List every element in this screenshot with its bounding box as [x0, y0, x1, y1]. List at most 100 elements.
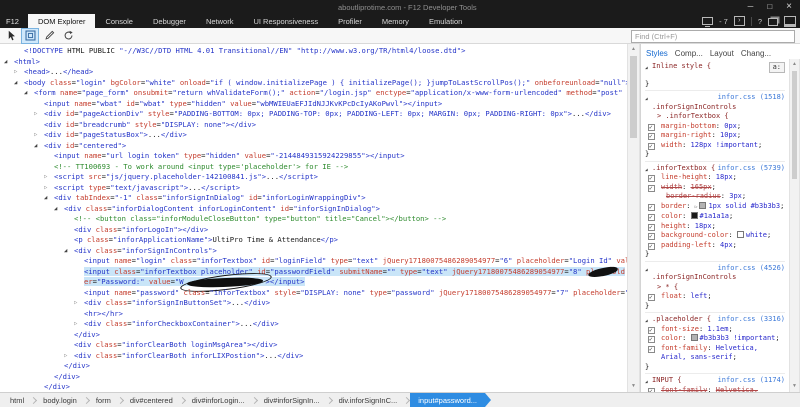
- collapse-arrow-icon[interactable]: ◢: [34, 141, 37, 152]
- css-selector[interactable]: .placeholder {: [652, 315, 711, 323]
- css-selector[interactable]: Inline style {: [652, 62, 711, 70]
- maximize-button[interactable]: [767, 1, 772, 13]
- property-name[interactable]: margin-right: [661, 131, 712, 139]
- dom-tree-line[interactable]: <div class="inforLogoIn"></div>: [0, 225, 627, 236]
- property-value[interactable]: 18px: [695, 222, 712, 230]
- dom-tree-line[interactable]: <!-- <button class="inforModuleCloseButt…: [0, 214, 627, 225]
- scroll-down-icon[interactable]: [628, 381, 639, 392]
- css-selector[interactable]: .inforSignInControls: [652, 273, 736, 281]
- property-value[interactable]: 10px: [720, 131, 737, 139]
- property-checkbox[interactable]: [648, 335, 655, 345]
- styles-scrollbar[interactable]: [789, 59, 800, 392]
- property-name[interactable]: border-radius: [666, 192, 721, 200]
- property-name[interactable]: background-color: [661, 231, 728, 239]
- property-checkbox[interactable]: [648, 232, 655, 242]
- property-checkbox[interactable]: [648, 326, 655, 335]
- property-name[interactable]: color: [661, 212, 682, 220]
- expand-arrow-icon[interactable]: ▷: [14, 67, 17, 78]
- collapse-arrow-icon[interactable]: ◢: [24, 88, 27, 99]
- property-checkbox[interactable]: [648, 123, 655, 132]
- expand-arrow-icon[interactable]: ▷: [74, 319, 77, 330]
- property-checkbox[interactable]: [648, 345, 655, 354]
- property-value[interactable]: left: [691, 292, 708, 300]
- select-element-button[interactable]: [3, 29, 19, 43]
- close-button[interactable]: [786, 1, 792, 13]
- dom-tree-line[interactable]: <input name="url login token" type="hidd…: [0, 151, 627, 162]
- property-value[interactable]: #1a1a1a: [700, 212, 730, 220]
- dom-tree-line[interactable]: ◢ <div class="inforDialogContent inforLog…: [0, 204, 627, 215]
- styles-tab-styles[interactable]: Styles: [646, 49, 668, 58]
- pseudo-state-button[interactable]: a:: [768, 62, 785, 73]
- dom-tree-line[interactable]: ◢ <div class="inforSignInControls">: [0, 246, 627, 257]
- expand-arrow-icon[interactable]: ▷: [44, 172, 47, 183]
- css-property-row[interactable]: border: ▷ 1px solid #b3b3b3;: [645, 201, 785, 212]
- css-property-row[interactable]: width: 165px;: [645, 183, 785, 193]
- css-selector[interactable]: .inforTextbox {: [652, 164, 715, 172]
- css-property-row[interactable]: background-color: white;: [645, 231, 785, 242]
- property-checkbox[interactable]: [648, 132, 655, 142]
- collapse-arrow-icon[interactable]: ◢: [64, 246, 67, 257]
- dom-tree-line[interactable]: ▷ <script type="text/javascript">...</scr…: [0, 183, 627, 194]
- unpin-icon[interactable]: [768, 18, 778, 26]
- property-name[interactable]: color: [661, 334, 682, 342]
- dom-tree-line[interactable]: <input name="wbat" id="wbat" type="hidde…: [0, 99, 627, 110]
- css-property-row[interactable]: border-radius: 3px;: [645, 192, 785, 202]
- dom-tree-line[interactable]: </div>: [0, 382, 627, 392]
- console-popup-icon[interactable]: [733, 16, 745, 26]
- edit-html-button[interactable]: [41, 29, 57, 43]
- breadcrumb-item-input-password[interactable]: input#password...: [410, 393, 486, 407]
- dom-tree-line[interactable]: ◢ <html>: [0, 57, 627, 68]
- property-name[interactable]: font-size: [661, 325, 699, 333]
- stylesheet-link[interactable]: infor.css (1174): [718, 376, 785, 386]
- scrollbar-thumb[interactable]: [792, 71, 797, 179]
- property-value[interactable]: 4px: [720, 241, 733, 249]
- dom-tree-line[interactable]: </div>: [0, 361, 627, 372]
- stylesheet-link[interactable]: infor.css (4526): [718, 264, 785, 274]
- dom-tree-line[interactable]: ▷ <div id="pageActionDiv" style="PADDING-…: [0, 109, 627, 120]
- property-value[interactable]: 165px: [691, 183, 712, 191]
- tab-profiler[interactable]: Profiler: [328, 14, 372, 28]
- collapse-arrow-icon[interactable]: ◢: [645, 266, 648, 276]
- dom-tree-line[interactable]: ◢ <body class="login" bgColor="white" onl…: [0, 78, 627, 89]
- property-value[interactable]: 18px: [716, 173, 733, 181]
- expand-arrow-icon[interactable]: ▷: [74, 298, 77, 309]
- dom-tree-line[interactable]: <!-- TT100693 - To work around <input ty…: [0, 162, 627, 173]
- dom-tree-line[interactable]: ▷ <div class="inforSignInButtonSet">...</…: [0, 298, 627, 309]
- expand-arrow-icon[interactable]: ▷: [34, 109, 37, 120]
- property-checkbox[interactable]: [648, 213, 655, 223]
- dom-tree-line[interactable]: </div>: [0, 372, 627, 383]
- dom-tree-line[interactable]: <!DOCTYPE HTML PUBLIC "-//W3C//DTD HTML …: [0, 46, 627, 57]
- property-value[interactable]: white: [746, 231, 767, 239]
- collapse-arrow-icon[interactable]: ◢: [4, 57, 7, 68]
- collapse-arrow-icon[interactable]: ◢: [54, 204, 57, 215]
- tab-console[interactable]: Console: [95, 14, 143, 28]
- collapse-arrow-icon[interactable]: ◢: [44, 193, 47, 204]
- breadcrumb-item-div-inforlogin[interactable]: div#inforLogin...: [186, 393, 251, 407]
- dom-tree-line[interactable]: ◢ <form name="page_form" onsubmit="return…: [0, 88, 627, 99]
- dom-tree-line[interactable]: ▷ <div class="inforClearBoth inforLIXPost…: [0, 351, 627, 362]
- styles-tab-comp[interactable]: Comp...: [675, 49, 703, 58]
- property-value[interactable]: 128px !important: [691, 141, 758, 149]
- css-selector[interactable]: INPUT {: [652, 376, 682, 384]
- property-name[interactable]: width: [661, 183, 682, 191]
- property-value[interactable]: 1px solid #b3b3b3: [708, 202, 780, 210]
- refresh-button[interactable]: [60, 29, 76, 43]
- property-name[interactable]: float: [661, 292, 682, 300]
- scroll-up-icon[interactable]: [628, 44, 639, 55]
- dom-tree-line[interactable]: ◢ <div id="centered">: [0, 141, 627, 152]
- css-property-row[interactable]: color: #b3b3b3 !important;: [645, 334, 785, 345]
- property-name[interactable]: padding-left: [661, 241, 712, 249]
- dom-tree-scrollbar[interactable]: [627, 44, 640, 392]
- dom-tree-line[interactable]: ▷ <script src="js/jquery.placeholder-1421…: [0, 172, 627, 183]
- stylesheet-link[interactable]: infor.css (5739): [718, 164, 785, 174]
- dom-tree-line[interactable]: ▷ <head>...</head>: [0, 67, 627, 78]
- property-name[interactable]: font-family: [661, 344, 707, 352]
- property-name[interactable]: border: [661, 202, 686, 210]
- styles-tab-layout[interactable]: Layout: [710, 49, 734, 58]
- expand-arrow-icon[interactable]: ▷: [64, 351, 67, 362]
- scroll-up-icon[interactable]: [790, 59, 799, 70]
- property-checkbox[interactable]: [648, 184, 655, 193]
- dock-icon[interactable]: [784, 15, 796, 27]
- dom-tree-line[interactable]: <p class="inforApplicationName">UltiPro …: [0, 235, 627, 246]
- expand-arrow-icon[interactable]: ▷: [34, 130, 37, 141]
